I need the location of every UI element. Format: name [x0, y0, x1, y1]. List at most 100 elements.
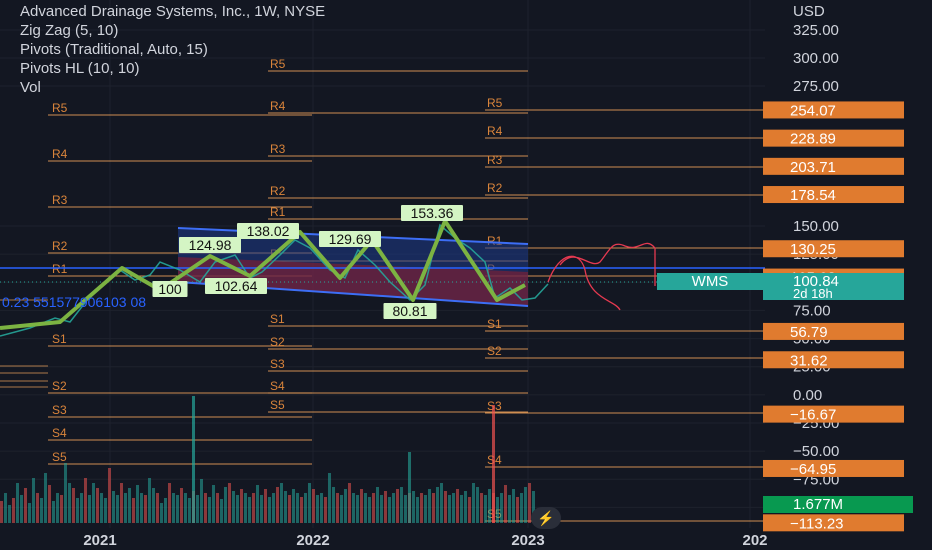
volume-bar: [400, 487, 403, 523]
volume-bar: [416, 497, 419, 523]
volume-bar: [432, 493, 435, 523]
volume-bar: [496, 497, 499, 523]
y-tick-label: 300.00: [793, 50, 839, 67]
volume-bar: [252, 493, 255, 523]
price-tag-box: [763, 351, 904, 369]
volume-bar: [192, 396, 195, 523]
pivot-label: R2: [487, 181, 503, 195]
zigzag-label: 102.64: [205, 278, 267, 294]
volume-bar: [284, 491, 287, 523]
volume-bar: [472, 483, 475, 523]
volume-bar: [420, 493, 423, 523]
volume-bar: [324, 497, 327, 523]
volume-bar: [40, 498, 43, 523]
flash-icon[interactable]: ⚡: [531, 507, 561, 529]
volume-bar: [164, 498, 167, 523]
price-tag-text: 56.79: [790, 324, 828, 341]
volume-bar: [460, 495, 463, 523]
volume-bar: [332, 487, 335, 523]
price-tag-text: 130.25: [790, 241, 836, 258]
volume-bar: [480, 493, 483, 523]
volume-bar: [408, 452, 411, 523]
pivot-label: R1: [52, 262, 68, 276]
volume-bar: [80, 493, 83, 523]
zigzag-label-text: 138.02: [247, 223, 290, 239]
volume-bar: [224, 487, 227, 523]
volume-bar: [520, 493, 523, 523]
volume-bar: [320, 493, 323, 523]
price-tag-text: 31.62: [790, 352, 828, 369]
volume-bar: [56, 493, 59, 523]
x-tick-label: 202: [742, 532, 767, 549]
volume-bar: [64, 463, 67, 523]
volume-bar: [60, 495, 63, 523]
fib-ratio-text: 0.23 551577906103 08: [2, 294, 146, 310]
price-tag: 254.07: [763, 101, 904, 119]
volume-bar: [292, 489, 295, 523]
price-tag-text: −16.67: [790, 407, 836, 424]
price-tag: −16.67: [763, 405, 904, 424]
volume-bar: [176, 495, 179, 523]
volume-bar: [152, 488, 155, 523]
volume-bar: [240, 489, 243, 523]
volume-bar: [296, 493, 299, 523]
volume-bar: [384, 491, 387, 523]
volume-bar: [48, 485, 51, 523]
volume-bar: [264, 489, 267, 523]
legend-pivots[interactable]: Pivots (Traditional, Auto, 15): [20, 40, 325, 59]
pivot-label: R1: [270, 205, 286, 219]
volume-bar: [220, 499, 223, 523]
pivot-label: S4: [270, 379, 285, 393]
pivot-label: R3: [52, 193, 68, 207]
volume-bar: [132, 498, 135, 523]
volume-bar: [352, 493, 355, 523]
volume-bar: [280, 483, 283, 523]
volume-bar: [516, 497, 519, 523]
volume-bar: [76, 498, 79, 523]
price-tag: −113.23: [763, 514, 904, 532]
volume-bar: [120, 483, 123, 523]
volume-bar: [500, 493, 503, 523]
volume-bar: [300, 497, 303, 523]
price-tag: 130.25: [763, 240, 904, 258]
pivot-label: S5: [270, 398, 285, 412]
pivot-label: R5: [487, 96, 503, 110]
volume-bar: [12, 498, 15, 523]
volume-bar: [380, 495, 383, 523]
volume-bar: [448, 495, 451, 523]
volume-bar: [492, 405, 495, 523]
volume-bar: [168, 483, 171, 523]
volume-bar: [208, 497, 211, 523]
volume-bar: [116, 495, 119, 523]
price-tag-text: −64.95: [790, 461, 836, 478]
pivot-label: R4: [487, 124, 503, 138]
pivot-label: R4: [270, 99, 286, 113]
legend-zigzag[interactable]: Zig Zag (5, 10): [20, 21, 325, 40]
legend-vol[interactable]: Vol: [20, 78, 325, 97]
volume-bar: [344, 489, 347, 523]
symbol-tag-text: WMS: [692, 273, 729, 290]
pivot-label: R2: [52, 239, 68, 253]
y-tick-label: 0.00: [793, 387, 822, 404]
volume-bar: [72, 488, 75, 523]
legend-pivots-hl[interactable]: Pivots HL (10, 10): [20, 59, 325, 78]
volume-bar: [156, 493, 159, 523]
price-tag-box: [763, 322, 904, 340]
pivot-label: R3: [487, 153, 503, 167]
volume-bar: [316, 495, 319, 523]
price-tag-text: 178.54: [790, 187, 836, 204]
volume-bar: [256, 485, 259, 523]
volume-bar: [444, 491, 447, 523]
y-tick-label: 275.00: [793, 78, 839, 95]
volume-bar: [44, 473, 47, 523]
volume-bar: [100, 493, 103, 523]
zigzag-label-text: 100: [158, 281, 182, 297]
pivot-label: R4: [52, 147, 68, 161]
legend-title[interactable]: Advanced Drainage Systems, Inc., 1W, NYS…: [20, 2, 325, 21]
pivot-label: S4: [52, 426, 67, 440]
volume-bar: [4, 493, 7, 523]
volume-bar: [200, 479, 203, 523]
volume-bar: [172, 493, 175, 523]
volume-bar: [392, 493, 395, 523]
volume-bar: [124, 493, 127, 523]
